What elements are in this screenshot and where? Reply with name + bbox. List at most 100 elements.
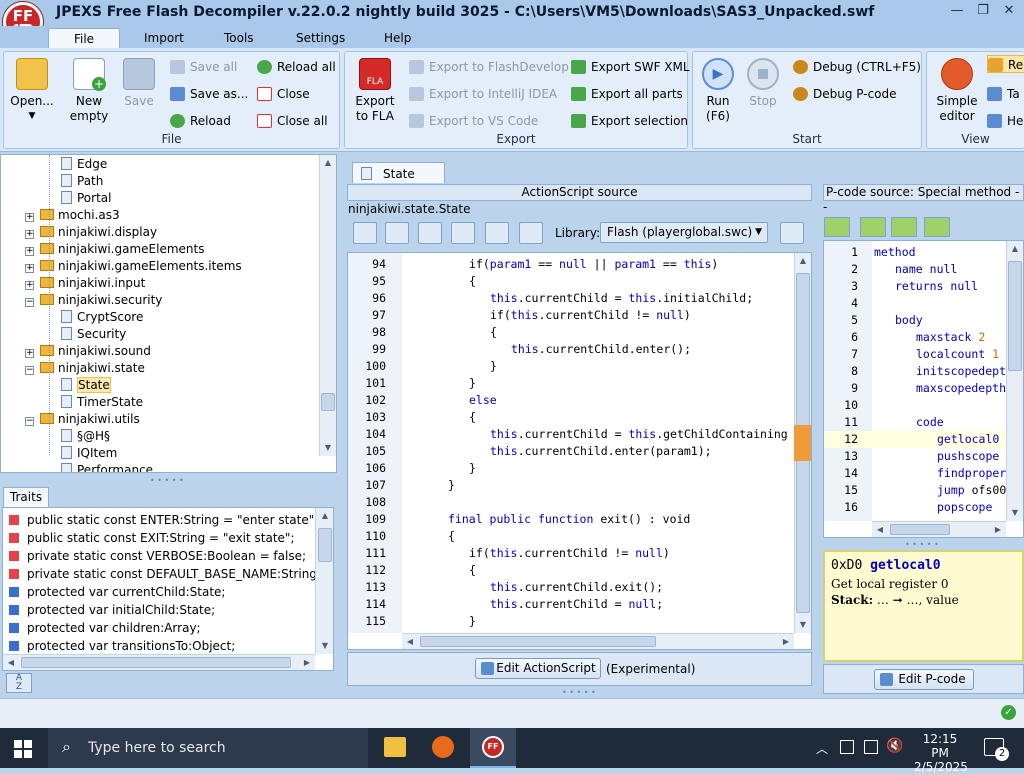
tab-file[interactable]: File <box>48 28 120 48</box>
scroll-thumb[interactable] <box>318 528 332 562</box>
expand-icon[interactable]: + <box>25 264 34 273</box>
debug-button[interactable]: Debug (CTRL+F5) <box>793 58 921 76</box>
chevron-up-icon[interactable]: ︿ <box>816 740 828 757</box>
view-tag-list-button[interactable]: Ta <box>987 85 1020 103</box>
export-flashdevelop-button[interactable]: Export to FlashDevelop <box>409 58 569 76</box>
trait-item[interactable]: protected var currentChild:State; <box>9 583 225 601</box>
scroll-thumb[interactable] <box>420 636 656 647</box>
tab-import[interactable]: Import <box>134 28 194 48</box>
file-explorer-icon[interactable] <box>384 737 406 757</box>
debug-pcode-button[interactable]: Debug P-code <box>793 85 897 103</box>
save-button[interactable]: Save <box>118 58 160 109</box>
expand-icon[interactable]: + <box>25 349 34 358</box>
function-icon[interactable] <box>924 217 950 237</box>
edit-pcode-button[interactable]: Edit P-code <box>874 669 974 690</box>
pcode-editor[interactable]: 1 method 2 name null 3 returns null 4 5 body 6 max… <box>823 240 1024 538</box>
scroll-thumb[interactable] <box>21 657 291 668</box>
list-icon[interactable] <box>519 222 543 244</box>
new-empty-button[interactable]: + New empty <box>64 58 114 124</box>
tab-help[interactable]: Help <box>374 28 421 48</box>
trait-item[interactable]: private static const VERBOSE:Boolean = f… <box>9 547 306 565</box>
editor-tab-state[interactable]: State <box>352 162 445 183</box>
expand-icon[interactable]: + <box>25 281 34 290</box>
edit-actionscript-button[interactable]: Edit ActionScript <box>475 658 601 679</box>
deobfuscate-icon[interactable] <box>451 222 475 244</box>
traits-tab[interactable]: Traits <box>3 487 49 507</box>
tree-item[interactable]: Edge <box>61 156 107 173</box>
scroll-right-arrow-icon[interactable]: ▶ <box>778 634 794 649</box>
tree-item[interactable]: CryptScore <box>61 309 143 326</box>
tree-item[interactable]: + ninjakiwi.gameElements.items <box>25 258 242 275</box>
hex-toggle-icon[interactable] <box>824 217 850 237</box>
remove-trait-icon[interactable] <box>385 222 409 244</box>
scroll-thumb[interactable] <box>321 393 335 411</box>
jump-icon[interactable] <box>891 217 917 237</box>
open-button[interactable]: Open... ▼ <box>8 58 56 124</box>
close-button[interactable]: Close <box>257 85 310 103</box>
collapse-icon[interactable]: − <box>25 298 34 307</box>
stop-button[interactable]: Stop <box>743 58 783 109</box>
splitter-grip[interactable]: • • • • • <box>562 688 596 697</box>
scroll-right-arrow-icon[interactable]: ▶ <box>299 655 315 670</box>
windows-start-icon[interactable] <box>14 740 32 758</box>
restore-button[interactable]: ❐ <box>972 3 994 21</box>
trait-item[interactable]: protected var initialChild:State; <box>9 601 215 619</box>
tab-settings[interactable]: Settings <box>286 28 355 48</box>
expand-icon[interactable]: + <box>25 230 34 239</box>
tree-item[interactable]: IQItem <box>61 445 117 462</box>
tree-item[interactable]: Portal <box>61 190 111 207</box>
tree-item[interactable]: Performance <box>61 462 153 472</box>
tree-item[interactable]: − ninjakiwi.security <box>25 292 162 309</box>
tree-item[interactable]: Security <box>61 326 126 343</box>
reload-button[interactable]: Reload <box>170 112 231 130</box>
scroll-left-arrow-icon[interactable]: ◀ <box>3 655 19 670</box>
tree-item[interactable]: + ninjakiwi.sound <box>25 343 151 360</box>
firefox-icon[interactable] <box>432 736 454 758</box>
tree-item[interactable]: − ninjakiwi.utils <box>25 411 140 428</box>
deobfuscate-push-icon[interactable] <box>860 217 886 237</box>
traits-hscrollbar[interactable]: ◀ ▶ <box>3 654 315 670</box>
export-fla-button[interactable]: FLA Export to FLA <box>349 58 401 124</box>
trait-item[interactable]: public static const EXIT:String = "exit … <box>9 529 295 547</box>
tree-item[interactable]: + ninjakiwi.gameElements <box>25 241 204 258</box>
pcode-vscrollbar[interactable]: ▲ ▼ <box>1006 241 1023 521</box>
trait-item[interactable]: public static const ENTER:String = "ente… <box>9 511 318 529</box>
export-selection-button[interactable]: Export selection <box>571 112 688 130</box>
scroll-left-arrow-icon[interactable]: ◀ <box>402 634 418 649</box>
sort-az-icon[interactable]: AZ <box>6 673 32 693</box>
view-hex-button[interactable]: He <box>987 112 1023 130</box>
scroll-down-arrow-icon[interactable]: ▼ <box>317 638 333 654</box>
scroll-thumb[interactable] <box>1008 261 1022 371</box>
splitter-grip[interactable]: • • • • • <box>905 540 939 549</box>
scroll-up-arrow-icon[interactable]: ▲ <box>795 253 811 269</box>
library-settings-icon[interactable] <box>780 222 804 244</box>
export-vscode-button[interactable]: Export to VS Code <box>409 112 538 130</box>
ffdec-taskbar-button[interactable]: FF <box>470 728 516 768</box>
add-trait-icon[interactable] <box>353 222 377 244</box>
simple-editor-button[interactable]: Simple editor <box>931 58 983 124</box>
scroll-up-arrow-icon[interactable]: ▲ <box>1007 241 1023 257</box>
scroll-down-arrow-icon[interactable]: ▼ <box>1007 505 1023 521</box>
collapse-icon[interactable]: − <box>25 366 34 375</box>
minimize-button[interactable]: — <box>946 3 968 21</box>
tree-item[interactable]: + ninjakiwi.display <box>25 224 157 241</box>
scroll-up-arrow-icon[interactable]: ▲ <box>317 508 333 524</box>
trait-item[interactable]: private static const DEFAULT_BASE_NAME:S… <box>9 565 333 583</box>
document-icon[interactable] <box>418 222 442 244</box>
save-all-button[interactable]: Save all <box>170 58 237 76</box>
close-window-button[interactable]: ✕ <box>998 3 1020 21</box>
trait-item[interactable]: protected var children:Array; <box>9 619 201 637</box>
network-icon[interactable] <box>840 740 854 754</box>
display-icon[interactable] <box>864 740 878 754</box>
run-button[interactable]: ▶ Run (F6) <box>697 58 739 124</box>
view-resources-button[interactable]: Re <box>987 55 1024 73</box>
traits-vscrollbar[interactable]: ▲ ▼ <box>315 508 333 654</box>
collapse-icon[interactable]: − <box>25 417 34 426</box>
scroll-right-arrow-icon[interactable]: ▶ <box>990 522 1006 537</box>
tree-item[interactable]: State <box>61 377 111 394</box>
code-editor[interactable]: 94 if(param1 == null || param1 == this) 95… <box>347 252 812 650</box>
trait-item[interactable]: protected var transitionsTo:Object; <box>9 637 235 655</box>
export-swf-xml-button[interactable]: Export SWF XML <box>571 58 690 76</box>
tree-item[interactable]: − ninjakiwi.state <box>25 360 145 377</box>
scroll-down-arrow-icon[interactable]: ▼ <box>320 440 336 456</box>
